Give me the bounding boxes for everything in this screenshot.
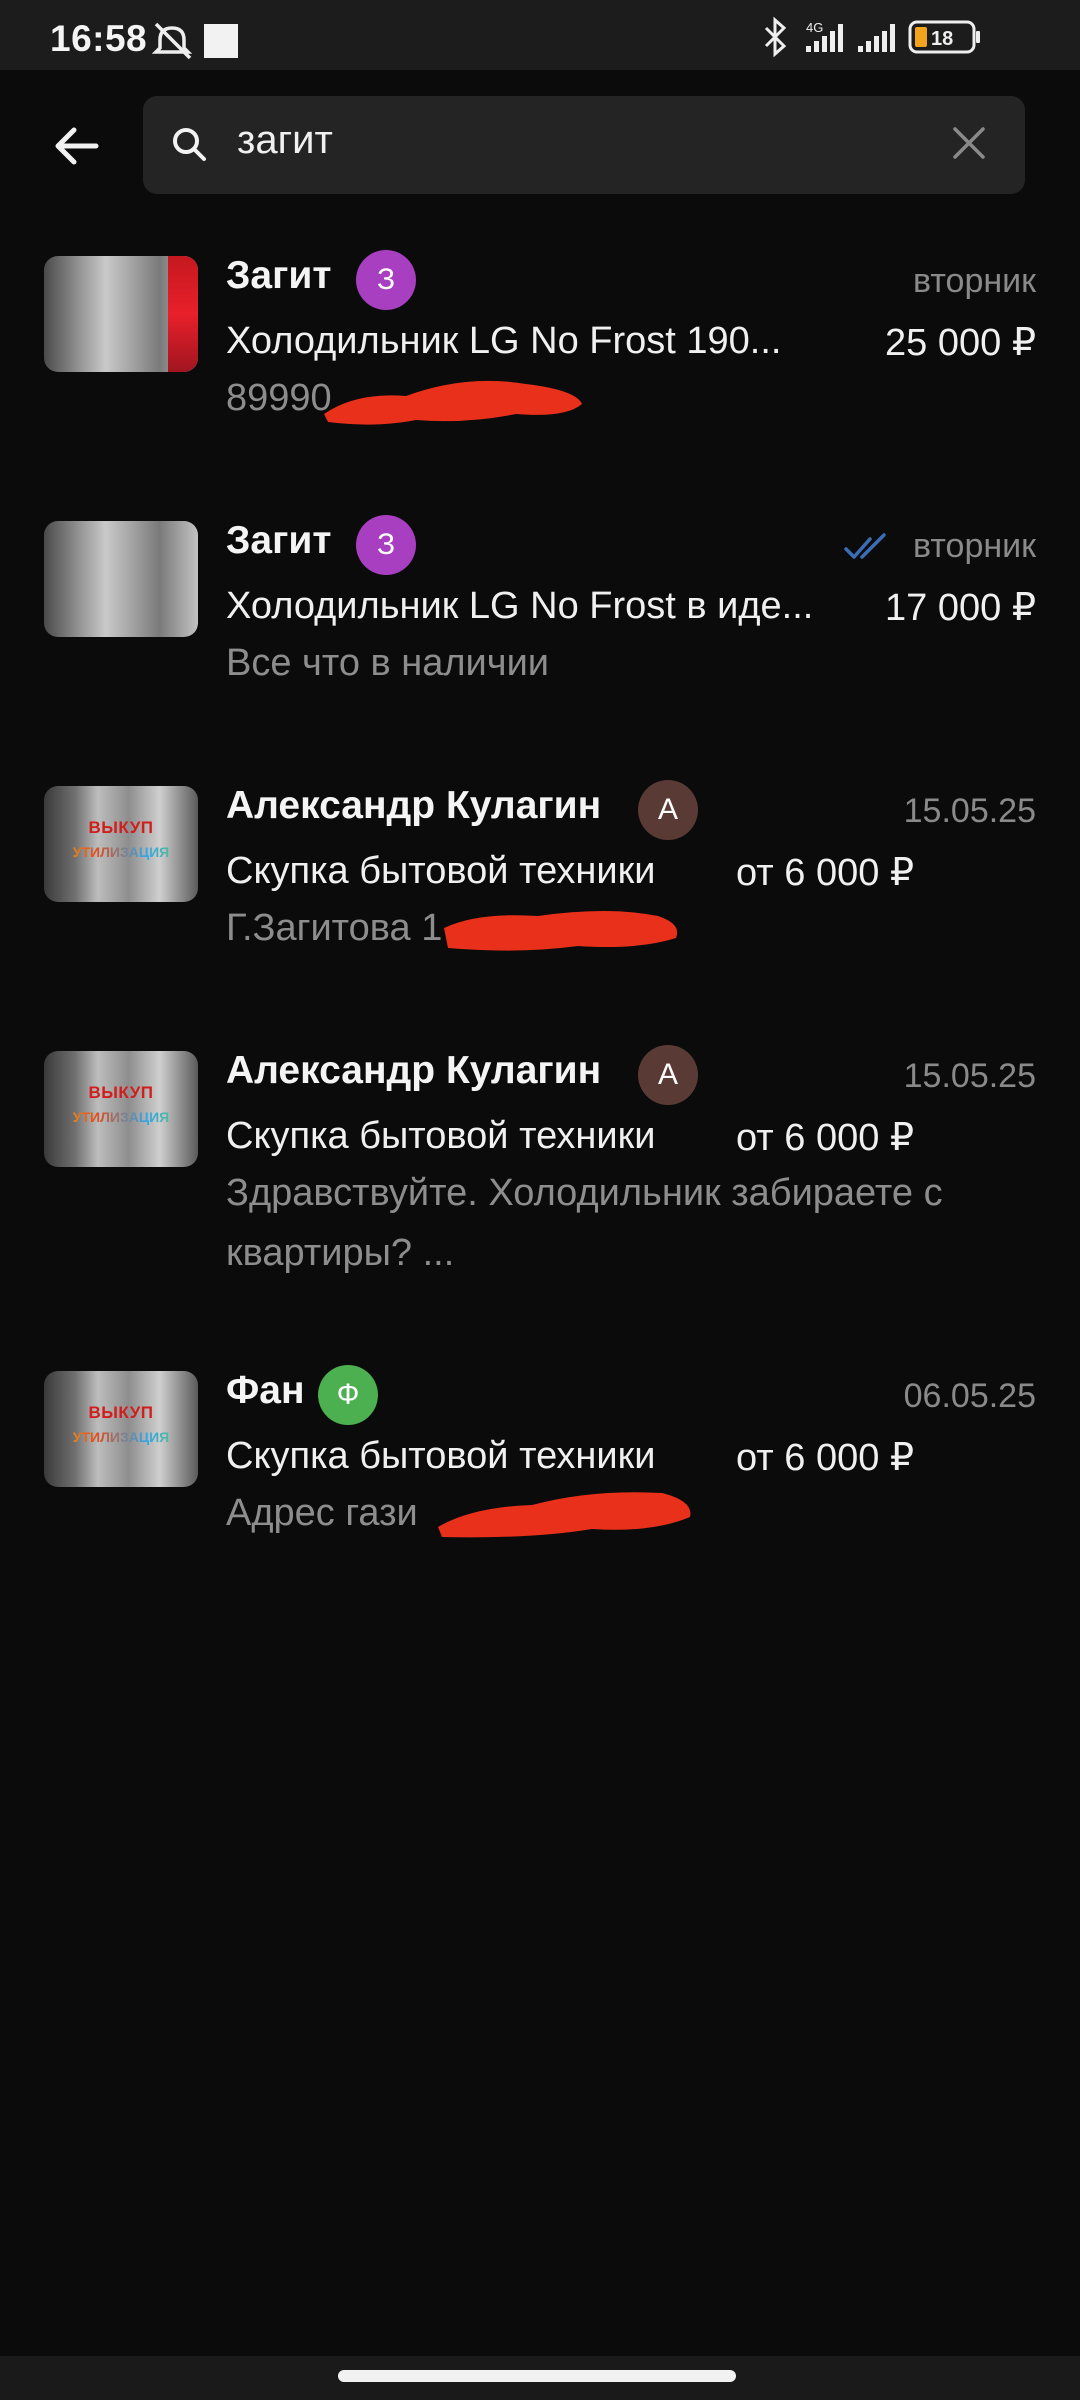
battery-icon: 18 xyxy=(908,20,980,54)
search-input[interactable]: загит xyxy=(143,96,1025,194)
thumbnail-text-buyout: ВЫКУП xyxy=(88,1083,154,1102)
bluetooth-icon xyxy=(764,16,787,58)
listing-thumbnail xyxy=(44,521,198,637)
contact-name: Загит xyxy=(226,254,332,297)
status-bar: 16:58 4G 18 xyxy=(0,0,1080,70)
home-indicator[interactable] xyxy=(338,2370,736,2382)
search-query[interactable]: загит xyxy=(237,118,333,163)
square-notification-icon xyxy=(204,24,238,58)
chat-date: вторник xyxy=(913,527,1036,565)
thumbnail-text-buyout: ВЫКУП xyxy=(88,818,154,837)
bell-off-icon xyxy=(151,22,193,60)
thumbnail-text-recycling: УТИЛИЗАЦИЯ xyxy=(44,1109,198,1125)
chat-date: 15.05.25 xyxy=(903,1057,1036,1095)
avatar: З xyxy=(356,515,416,575)
listing-title: Скупка бытовой техники xyxy=(226,850,656,892)
listing-thumbnail: ВЫКУП УТИЛИЗАЦИЯ xyxy=(44,1051,198,1167)
chat-date: 15.05.25 xyxy=(903,792,1036,830)
last-message: Все что в наличии xyxy=(226,642,550,684)
contact-name: Фан xyxy=(226,1369,305,1412)
search-icon xyxy=(173,128,206,161)
redaction-scribble xyxy=(444,911,678,951)
status-right-icons: 4G 18 xyxy=(760,16,1020,58)
listing-thumbnail: ВЫКУП УТИЛИЗАЦИЯ xyxy=(44,786,198,902)
back-arrow-icon xyxy=(55,127,99,165)
listing-price: 25 000 ₽ xyxy=(885,322,1036,364)
avatar: А xyxy=(638,780,698,840)
avatar: А xyxy=(638,1045,698,1105)
back-button[interactable] xyxy=(46,118,106,174)
contact-name: Александр Кулагин xyxy=(226,1049,602,1092)
thumbnail-text-buyout: ВЫКУП xyxy=(88,1403,154,1422)
network-label: 4G xyxy=(806,20,823,35)
status-left-icons xyxy=(151,20,262,60)
last-message: Адрес гази xyxy=(226,1492,418,1534)
contact-name: Загит xyxy=(226,519,332,562)
chat-date: 06.05.25 xyxy=(903,1377,1036,1415)
last-message-line2: квартиры? ... xyxy=(226,1232,455,1274)
listing-price: от 6 000 ₽ xyxy=(736,1437,915,1479)
status-time: 16:58 xyxy=(50,18,148,59)
svg-text:18: 18 xyxy=(931,28,953,50)
listing-thumbnail: ВЫКУП УТИЛИЗАЦИЯ xyxy=(44,1371,198,1487)
contact-name: Александр Кулагин xyxy=(226,784,602,827)
read-checks-icon xyxy=(844,533,886,559)
listing-title: Холодильник LG No Frost 190... xyxy=(226,320,782,362)
listing-title: Скупка бытовой техники xyxy=(226,1435,656,1477)
avatar: З xyxy=(356,250,416,310)
avatar: Ф xyxy=(318,1365,378,1425)
listing-title: Скупка бытовой техники xyxy=(226,1115,656,1157)
listing-price: от 6 000 ₽ xyxy=(736,852,915,894)
chat-date: вторник xyxy=(913,262,1036,300)
thumbnail-text-recycling: УТИЛИЗАЦИЯ xyxy=(44,1429,198,1445)
redaction-scribble xyxy=(438,1492,691,1538)
last-message: Здравствуйте. Холодильник забираете с xyxy=(226,1172,943,1214)
redaction-scribble xyxy=(324,380,582,425)
close-icon[interactable] xyxy=(949,123,989,163)
listing-thumbnail xyxy=(44,256,198,372)
last-message: Г.Загитова 1 xyxy=(226,907,443,949)
listing-title: Холодильник LG No Frost в иде... xyxy=(226,585,814,627)
listing-price: 17 000 ₽ xyxy=(885,587,1036,629)
listing-price: от 6 000 ₽ xyxy=(736,1117,915,1159)
thumbnail-text-recycling: УТИЛИЗАЦИЯ xyxy=(44,844,198,860)
